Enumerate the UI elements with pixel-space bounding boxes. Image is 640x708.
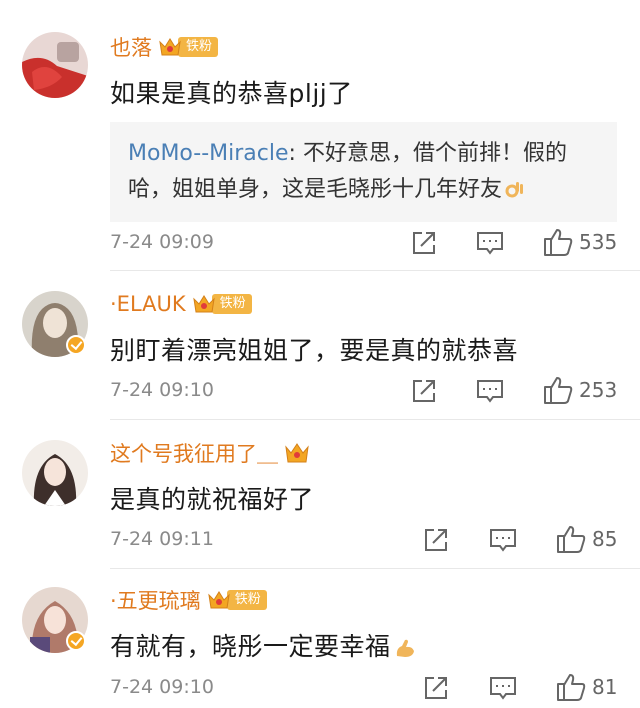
like-button[interactable]: 535: [543, 227, 617, 257]
crown-icon: [192, 295, 215, 313]
like-count: 81: [592, 675, 618, 699]
like-count: 85: [592, 527, 618, 551]
fan-badge: 铁粉: [207, 589, 267, 611]
like-button[interactable]: 85: [556, 524, 617, 554]
quote-text-line2: 哈，姐姐单身，这是毛晓彤十几年好友: [128, 177, 503, 202]
like-icon: [557, 674, 586, 701]
flexed-biceps-emoji: [396, 639, 414, 657]
fan-badge: 铁粉: [158, 36, 219, 58]
reply-icon: [477, 232, 503, 255]
timestamp: 7-24 09:10: [110, 676, 214, 698]
comment-item: ·五更琉璃 铁粉 有就有，晓彤一定要幸福 7-24 09:10 81: [0, 569, 640, 708]
comment-item: ·ELAUK 铁粉 别盯着漂亮姐姐了，要是真的就恭喜 7-24 09:10 25…: [0, 271, 640, 419]
timestamp: 7-24 09:10: [110, 379, 214, 401]
avatar[interactable]: [22, 32, 88, 98]
share-icon: [413, 232, 435, 254]
share-icon: [413, 380, 435, 402]
fan-badge-label: 铁粉: [178, 37, 219, 57]
username[interactable]: ·ELAUK: [110, 292, 186, 316]
share-button[interactable]: [411, 378, 437, 404]
like-button[interactable]: 81: [556, 672, 617, 702]
like-icon: [544, 229, 573, 256]
comment-text: 如果是真的恭喜pljj了: [110, 79, 353, 108]
timestamp: 7-24 09:09: [110, 231, 214, 253]
reply-button[interactable]: [476, 378, 504, 404]
like-count: 253: [579, 378, 618, 402]
comment-item: 也落 铁粉 如果是真的恭喜pljj了 MoMo--Miracle: 不好意思，借…: [0, 0, 640, 270]
fan-badge-label: 铁粉: [211, 294, 252, 314]
share-button[interactable]: [423, 675, 449, 701]
verified-badge-icon: [66, 631, 86, 651]
comment-item: 这个号我征用了＿ 是真的就祝福好了 7-24 09:11 85: [0, 420, 640, 568]
fan-badge: 铁粉: [192, 293, 252, 315]
like-button[interactable]: 253: [543, 375, 617, 405]
username[interactable]: 也落: [110, 32, 152, 62]
comment-text: 有就有，晓彤一定要幸福: [110, 627, 417, 663]
comment-text: 别盯着漂亮姐姐了，要是真的就恭喜: [110, 336, 519, 365]
timestamp: 7-24 09:11: [110, 528, 214, 550]
quote-text-line1: 不好意思，借个前排！假的: [302, 141, 567, 166]
share-button[interactable]: [423, 527, 449, 553]
reply-button[interactable]: [489, 527, 517, 553]
avatar[interactable]: [22, 440, 88, 506]
username[interactable]: 这个号我征用了＿: [110, 438, 278, 468]
like-icon: [544, 377, 573, 404]
quoted-reply[interactable]: MoMo--Miracle: 不好意思，借个前排！假的 哈，姐姐单身，这是毛晓彤…: [110, 122, 617, 222]
share-icon: [425, 529, 447, 551]
username[interactable]: ·五更琉璃: [110, 585, 201, 615]
reply-button[interactable]: [476, 230, 504, 256]
ok-hand-emoji: [505, 182, 524, 198]
verified-badge-icon: [66, 335, 86, 355]
reply-icon: [490, 529, 516, 552]
reply-button[interactable]: [489, 675, 517, 701]
fan-badge-label: 铁粉: [226, 590, 267, 610]
crown-icon: [159, 38, 181, 56]
reply-icon: [490, 677, 516, 700]
share-button[interactable]: [411, 230, 437, 256]
like-count: 535: [579, 230, 618, 254]
crown-icon: [207, 591, 230, 609]
reply-icon: [477, 380, 503, 403]
share-icon: [425, 677, 447, 699]
quote-author[interactable]: MoMo--Miracle: [128, 141, 289, 166]
crown-icon: [285, 443, 309, 463]
like-icon: [557, 526, 586, 553]
comment-text: 是真的就祝福好了: [110, 485, 315, 514]
